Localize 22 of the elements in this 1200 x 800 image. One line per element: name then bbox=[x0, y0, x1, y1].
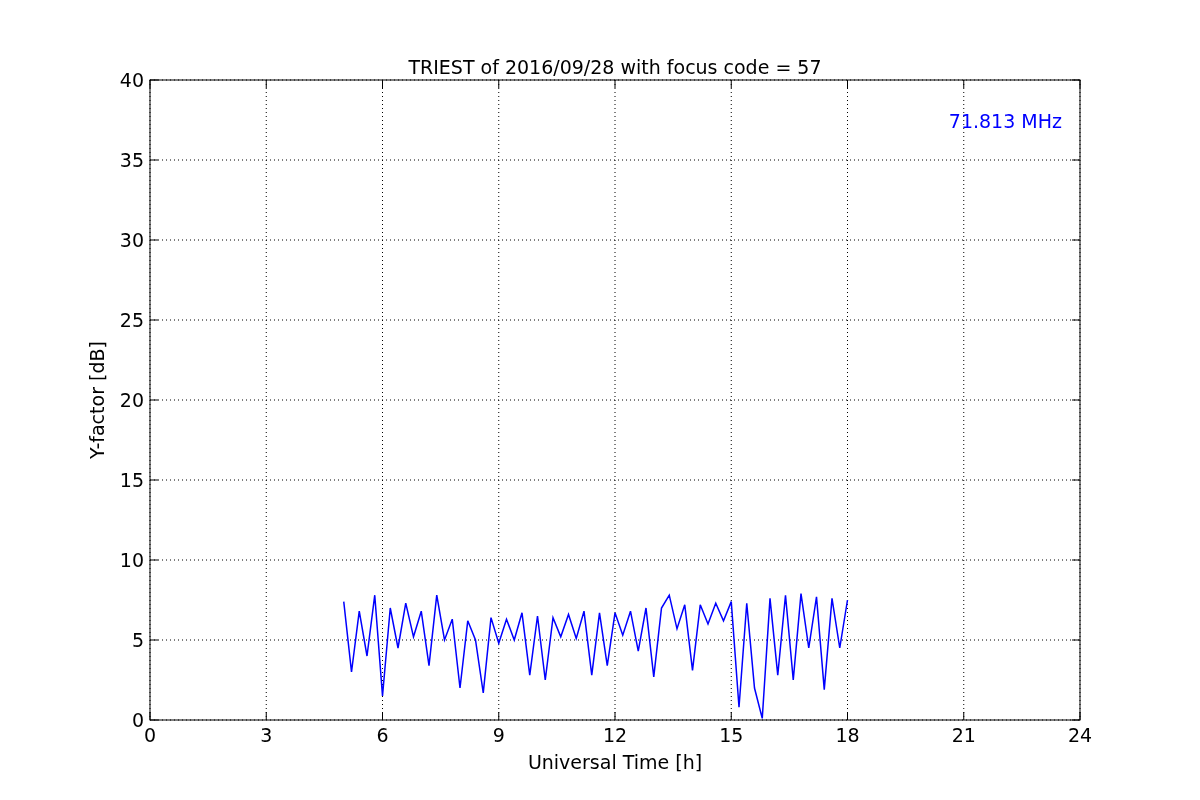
tick-label: 0 bbox=[143, 724, 157, 746]
tick-label: 10 bbox=[119, 549, 144, 571]
tick-label: 25 bbox=[119, 309, 144, 331]
tick-label: 3 bbox=[260, 724, 273, 746]
tick-label: 18 bbox=[835, 724, 860, 746]
tick-label: 24 bbox=[1067, 724, 1093, 746]
tick-label: 9 bbox=[492, 724, 505, 746]
axis-label: Universal Time [h] bbox=[527, 751, 703, 773]
chart-title: TRIEST of 2016/09/28 with focus code = 57 bbox=[408, 56, 822, 78]
tick-label: 0 bbox=[131, 709, 144, 731]
tick-label: 35 bbox=[119, 149, 144, 171]
axis-label: Y-factor [dB] bbox=[86, 341, 108, 459]
annotation-label: 71.813 MHz bbox=[948, 110, 1062, 132]
tick-label: 5 bbox=[131, 629, 144, 651]
tick-label: 30 bbox=[119, 229, 144, 251]
tick-label: 15 bbox=[719, 724, 744, 746]
tick-label: 15 bbox=[119, 469, 144, 491]
tick-label: 6 bbox=[376, 724, 389, 746]
tick-label: 20 bbox=[119, 389, 144, 411]
tick-label: 40 bbox=[119, 69, 144, 91]
tick-label: 12 bbox=[602, 724, 628, 746]
tick-label: 21 bbox=[951, 724, 976, 746]
